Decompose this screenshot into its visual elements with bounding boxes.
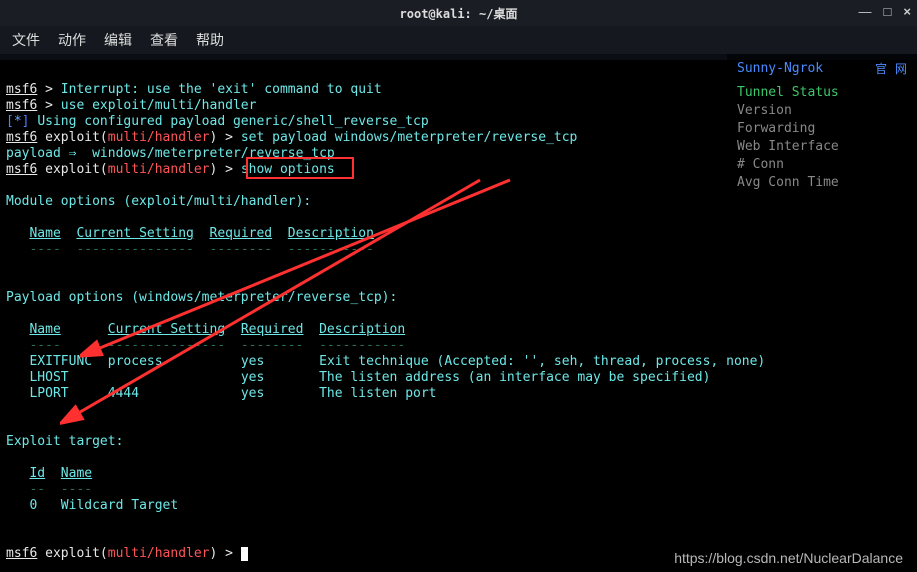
ngrok-row: # Conn — [737, 156, 907, 174]
ngrok-row: Version — [737, 102, 907, 120]
watermark: https://blog.csdn.net/NuclearDalance — [674, 550, 903, 566]
ngrok-title-row: Sunny-Ngrok 官 网 — [737, 60, 907, 78]
cursor — [241, 547, 248, 561]
cjk-icon: 网 — [895, 60, 907, 78]
menu-actions[interactable]: 动作 — [58, 30, 86, 50]
titlebar[interactable]: root@kali: ~/桌面 — □ × — [0, 0, 917, 26]
menu-file[interactable]: 文件 — [12, 30, 40, 50]
menu-view[interactable]: 查看 — [150, 30, 178, 50]
window-controls: — □ × — [859, 4, 911, 19]
ngrok-row: Avg Conn Time — [737, 174, 907, 192]
ngrok-row: Tunnel Status — [737, 84, 907, 102]
menubar: 文件 动作 编辑 查看 帮助 — [0, 26, 917, 54]
window-title: root@kali: ~/桌面 — [0, 5, 917, 22]
ngrok-row: Web Interface — [737, 138, 907, 156]
prompt-msf: msf6 — [6, 98, 37, 113]
terminal-window: root@kali: ~/桌面 — □ × 文件 动作 编辑 查看 帮助 msf… — [0, 0, 917, 572]
menu-help[interactable]: 帮助 — [196, 30, 224, 50]
ngrok-row: Forwarding — [737, 120, 907, 138]
menu-edit[interactable]: 编辑 — [104, 30, 132, 50]
minimize-button[interactable]: — — [859, 4, 872, 19]
ngrok-title: Sunny-Ngrok — [737, 60, 823, 78]
close-button[interactable]: × — [903, 4, 911, 19]
ngrok-side-panel: Sunny-Ngrok 官 网 Tunnel Status Version Fo… — [727, 54, 917, 198]
maximize-button[interactable]: □ — [884, 4, 892, 19]
cjk-icon: 官 — [875, 60, 887, 78]
prompt-msf: msf6 — [6, 162, 37, 177]
prompt-msf: msf6 — [6, 546, 37, 561]
highlighted-command: show options — [241, 162, 335, 177]
prompt-msf: msf6 — [6, 130, 37, 145]
prompt-msf: msf6 — [6, 82, 37, 97]
